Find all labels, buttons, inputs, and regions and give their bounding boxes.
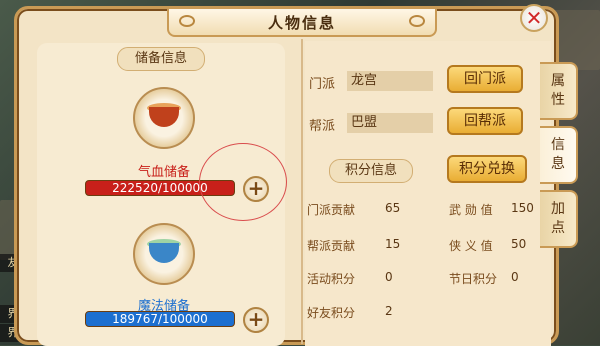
return-guild-button[interactable]: 回帮派 <box>447 107 523 135</box>
return-sect-button[interactable]: 回门派 <box>447 65 523 93</box>
tab-add-points-label: 加 点 <box>551 201 565 236</box>
close-button[interactable]: ✕ <box>520 4 548 32</box>
stat-value: 65 <box>385 201 401 215</box>
stat-value: 0 <box>385 270 393 284</box>
stat-value: 50 <box>511 237 527 251</box>
stat-value: 0 <box>511 270 519 284</box>
points-section-label: 积分信息 <box>329 159 413 183</box>
storage-section-label: 储备信息 <box>117 47 205 71</box>
title-ornament-icon <box>409 15 425 27</box>
stat-label: 武 勋 值 <box>449 203 493 217</box>
hp-storage-icon <box>133 87 195 149</box>
info-section: 门派 龙宫 回门派 帮派 巴盟 回帮派 积分信息 积分兑换 门派贡献 65 武 … <box>305 41 551 346</box>
highlight-annotation <box>199 143 287 221</box>
mp-storage-value: 189767/100000 <box>112 312 208 326</box>
sect-value: 龙宫 <box>347 71 433 91</box>
stat-label: 活动积分 <box>307 272 356 286</box>
tab-attributes[interactable]: 属 性 <box>540 62 578 120</box>
guild-value: 巴盟 <box>347 113 433 133</box>
tab-info-label: 信 息 <box>551 137 565 172</box>
mp-storage-bar: 189767/100000 <box>85 311 235 327</box>
hp-storage-value: 222520/100000 <box>112 181 208 195</box>
tab-add-points[interactable]: 加 点 <box>540 190 578 248</box>
sect-label: 门派 <box>309 77 336 92</box>
tab-info[interactable]: 信 息 <box>540 126 578 184</box>
stat-label: 门派贡献 <box>307 203 356 217</box>
stat-value: 2 <box>385 304 393 318</box>
divider <box>301 39 303 344</box>
mp-storage-icon <box>133 223 195 285</box>
window-title: 人物信息 <box>267 14 336 32</box>
close-icon: ✕ <box>525 6 543 30</box>
hp-storage-label: 气血储备 <box>137 165 190 180</box>
stat-label: 侠 义 值 <box>449 239 493 253</box>
mp-add-button[interactable]: + <box>243 307 269 333</box>
guild-label: 帮派 <box>309 119 336 134</box>
title-bar: 人物信息 <box>167 9 437 37</box>
stat-label: 好友积分 <box>307 306 356 320</box>
stat-value: 150 <box>511 201 534 215</box>
stat-value: 15 <box>385 237 401 251</box>
stat-label: 帮派贡献 <box>307 239 356 253</box>
points-exchange-button[interactable]: 积分兑换 <box>447 155 527 183</box>
tab-attributes-label: 属 性 <box>551 73 565 108</box>
stat-label: 节日积分 <box>449 272 498 286</box>
